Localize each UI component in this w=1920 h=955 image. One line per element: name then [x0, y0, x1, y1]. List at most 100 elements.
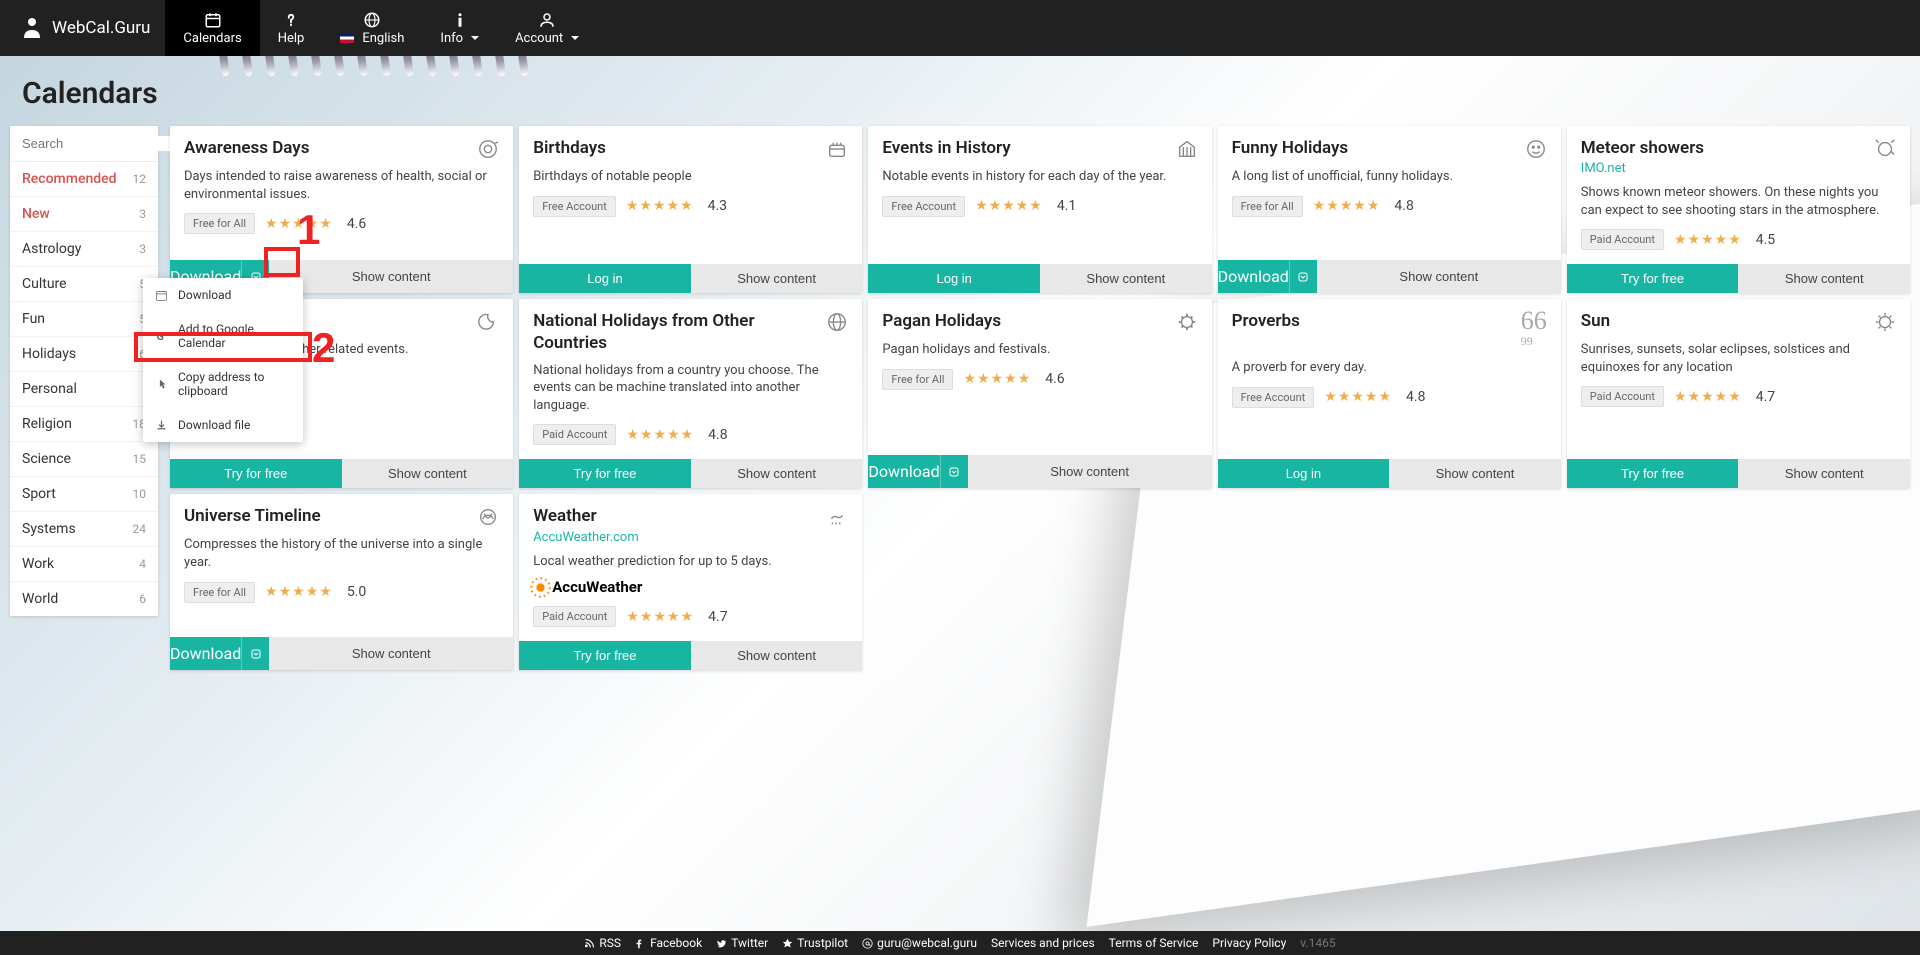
card-title: Sun [1581, 311, 1610, 332]
show-content-button[interactable]: Show content [1738, 459, 1910, 488]
dropdown-item[interactable]: GAdd to Google Calendar [143, 312, 303, 360]
tw-icon [716, 938, 727, 949]
dropdown-item-label: Copy address to clipboard [178, 370, 291, 398]
footer-link[interactable]: Twitter [716, 936, 768, 950]
primary-action-button[interactable]: Try for free [519, 641, 691, 670]
sidebar-category[interactable]: Religion18 [10, 407, 158, 442]
nav-calendars[interactable]: Calendars [165, 0, 259, 56]
calendar-card: Birthdays Birthdays of notable people Fr… [519, 126, 862, 293]
primary-action-button[interactable]: Try for free [1567, 264, 1739, 293]
account-pill: Paid Account [533, 424, 616, 445]
show-content-button[interactable]: Show content [269, 260, 513, 293]
download-button[interactable]: Download [170, 637, 241, 670]
primary-action-button[interactable]: Log in [868, 264, 1040, 293]
card-description: Pagan holidays and festivals. [882, 341, 1197, 359]
sidebar: Recommended12New3Astrology3Culture5Fun5H… [10, 126, 158, 616]
stars-icon: ★★★★★ [626, 198, 694, 214]
sidebar-category[interactable]: Systems24 [10, 512, 158, 547]
card-icon [1874, 311, 1896, 333]
category-label: Systems [22, 521, 76, 537]
help-icon [282, 11, 300, 29]
account-pill: Free for All [184, 582, 255, 603]
category-label: Fun [22, 311, 45, 327]
sidebar-category[interactable]: World6 [10, 582, 158, 616]
show-content-button[interactable]: Show content [342, 459, 514, 488]
sidebar-category[interactable]: Personal [10, 372, 158, 407]
sidebar-category[interactable]: New3 [10, 197, 158, 232]
dropdown-item[interactable]: Copy address to clipboard [143, 360, 303, 408]
star-icon [782, 938, 793, 949]
nav-account[interactable]: Account [497, 0, 597, 56]
primary-action-button[interactable]: Log in [1218, 459, 1390, 488]
brand[interactable]: WebCal.Guru [20, 16, 150, 40]
download-dropdown-toggle[interactable] [1289, 260, 1317, 293]
nav-info[interactable]: Info [422, 0, 497, 56]
stars-icon: ★★★★★ [975, 198, 1043, 214]
download-split-button[interactable]: Download [1218, 260, 1317, 293]
sidebar-category[interactable]: Work4 [10, 547, 158, 582]
nav-language[interactable]: English [322, 0, 422, 56]
show-content-button[interactable]: Show content [1040, 264, 1212, 293]
footer-link-label: Services and prices [991, 936, 1095, 950]
sidebar-category[interactable]: Sport10 [10, 477, 158, 512]
card-description: Shows known meteor showers. On these nig… [1581, 184, 1896, 219]
stars-icon: ★★★★★ [1313, 198, 1381, 214]
download-dropdown-toggle[interactable] [940, 455, 968, 488]
show-content-button[interactable]: Show content [691, 459, 863, 488]
primary-action-button[interactable]: Try for free [1567, 459, 1739, 488]
footer-link-label: Twitter [731, 936, 768, 950]
sidebar-category[interactable]: Holidays6 [10, 337, 158, 372]
footer-link[interactable]: RSS [584, 936, 621, 950]
download-split-button[interactable]: Download [170, 637, 269, 670]
footer-link[interactable]: Privacy Policy [1212, 936, 1286, 950]
primary-action-button[interactable]: Log in [519, 264, 691, 293]
footer-link[interactable]: Services and prices [991, 936, 1095, 950]
dropdown-item[interactable]: Download file [143, 408, 303, 442]
card-source-link[interactable]: AccuWeather.com [533, 530, 639, 545]
stars-icon: ★★★★★ [963, 371, 1031, 387]
download-split-button[interactable]: Download [868, 455, 967, 488]
category-label: Recommended [22, 171, 117, 187]
download-button[interactable]: Download [868, 455, 939, 488]
brand-text: WebCal.Guru [52, 18, 150, 38]
download-dropdown-toggle[interactable] [241, 637, 269, 670]
show-content-button[interactable]: Show content [1389, 459, 1561, 488]
fb-icon [635, 938, 646, 949]
card-icon [826, 506, 848, 528]
show-content-button[interactable]: Show content [691, 264, 863, 293]
footer-link[interactable]: Terms of Service [1109, 936, 1199, 950]
show-content-button[interactable]: Show content [269, 637, 513, 670]
footer-link[interactable]: Trustpilot [782, 936, 848, 950]
download-dropdown: DownloadGAdd to Google Calendar Copy addr… [143, 278, 303, 442]
sidebar-category[interactable]: Fun5 [10, 302, 158, 337]
calendar-card: Sun Sunrises, sunsets, solar eclipses, s… [1567, 299, 1910, 488]
nav-help[interactable]: Help [260, 0, 323, 56]
category-label: Work [22, 556, 54, 572]
download-button[interactable]: Download [1218, 260, 1289, 293]
calendar-card: Meteor showers IMO.net Shows known meteo… [1567, 126, 1910, 293]
card-title: Proverbs [1232, 311, 1300, 332]
sidebar-category[interactable]: Astrology3 [10, 232, 158, 267]
account-pill: Paid Account [1581, 386, 1664, 407]
show-content-button[interactable]: Show content [1317, 260, 1561, 293]
show-content-button[interactable]: Show content [691, 641, 863, 670]
sidebar-category[interactable]: Recommended12 [10, 162, 158, 197]
sidebar-category[interactable]: Culture5 [10, 267, 158, 302]
category-count: 6 [139, 592, 146, 606]
show-content-button[interactable]: Show content [968, 455, 1212, 488]
rating-value: 4.6 [1045, 371, 1064, 387]
card-description: Days intended to raise awareness of heal… [184, 168, 499, 203]
footer-link[interactable]: guru@webcal.guru [862, 936, 977, 950]
primary-action-button[interactable]: Try for free [519, 459, 691, 488]
primary-action-button[interactable]: Try for free [170, 459, 342, 488]
card-icon [477, 506, 499, 528]
account-pill: Free for All [882, 369, 953, 390]
card-source-link[interactable]: IMO.net [1581, 161, 1704, 176]
card-description: National holidays from a country you cho… [533, 362, 848, 415]
calendar-card: Funny Holidays A long list of unofficial… [1218, 126, 1561, 293]
sidebar-category[interactable]: Science15 [10, 442, 158, 477]
show-content-button[interactable]: Show content [1738, 264, 1910, 293]
footer-link[interactable]: Facebook [635, 936, 702, 950]
at-icon [862, 938, 873, 949]
dropdown-item[interactable]: Download [143, 278, 303, 312]
